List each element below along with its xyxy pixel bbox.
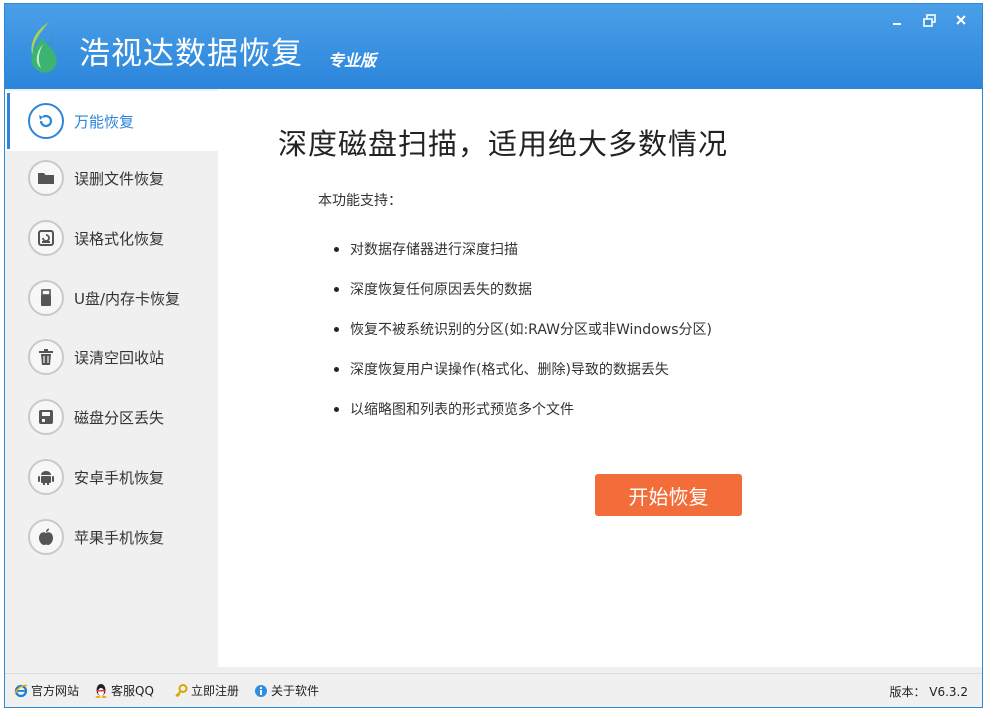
ie-browser-icon — [13, 683, 28, 698]
sidebar-item-label: 误删文件恢复 — [74, 169, 165, 188]
window-controls — [882, 8, 976, 32]
sidebar-item-format-recovery[interactable]: 误格式化恢复 — [5, 208, 218, 268]
official-website-link[interactable]: 官方网站 — [13, 682, 79, 699]
restore-icon — [922, 13, 936, 27]
sidebar-item-label: 苹果手机恢复 — [74, 528, 165, 547]
info-globe-icon — [253, 683, 268, 698]
bullet-icon — [334, 286, 339, 292]
footer-link-label: 立即注册 — [191, 684, 240, 698]
list-item: 以缩略图和列表的形式预览多个文件 — [334, 389, 712, 429]
format-disk-icon — [28, 220, 64, 256]
status-bar: 官方网站 客服QQ 立即注册 关于软件 版本： V6.3.2 — [5, 673, 982, 707]
bullet-icon — [334, 246, 339, 252]
feature-text: 以缩略图和列表的形式预览多个文件 — [350, 402, 574, 418]
restore-button[interactable] — [914, 8, 944, 32]
bullet-icon — [334, 366, 339, 372]
sidebar-item-label: 误格式化恢复 — [74, 229, 165, 248]
bullet-icon — [334, 326, 339, 332]
minimize-button[interactable] — [882, 8, 912, 32]
list-item: 对数据存储器进行深度扫描 — [334, 229, 712, 269]
sidebar-item-partition-lost[interactable]: 磁盘分区丢失 — [5, 387, 218, 447]
sidebar-item-iphone[interactable]: 苹果手机恢复 — [5, 507, 218, 567]
list-item: 深度恢复任何原因丢失的数据 — [334, 269, 712, 309]
feature-intro: 本功能支持： — [318, 193, 402, 209]
version-label: 版本： V6.3.2 — [889, 685, 968, 699]
sidebar-item-label: 磁盘分区丢失 — [74, 408, 165, 427]
minimize-icon — [893, 23, 901, 25]
refresh-icon — [28, 103, 64, 139]
sidebar-item-android[interactable]: 安卓手机恢复 — [5, 447, 218, 507]
app-title: 浩视达数据恢复 — [79, 36, 303, 72]
qq-penguin-icon — [93, 683, 108, 698]
app-window: 浩视达数据恢复 专业版 万能恢复 误删文件恢复 误格式化恢复 U盘/内存卡恢复 … — [4, 3, 983, 708]
footer-link-label: 官方网站 — [31, 684, 80, 698]
sidebar-item-label: 万能恢复 — [74, 112, 135, 131]
key-icon — [173, 683, 188, 698]
support-qq-link[interactable]: 客服QQ — [93, 682, 154, 699]
android-icon — [28, 459, 64, 495]
register-now-link[interactable]: 立即注册 — [173, 682, 239, 699]
sidebar-item-recycle-bin[interactable]: 误清空回收站 — [5, 327, 218, 387]
feature-text: 恢复不被系统识别的分区(如:RAW分区或非Windows分区) — [350, 322, 712, 338]
trash-icon — [28, 339, 64, 375]
feature-text: 对数据存储器进行深度扫描 — [350, 242, 518, 258]
list-item: 深度恢复用户误操作(格式化、删除)导致的数据丢失 — [334, 349, 712, 389]
sidebar-item-usb-card[interactable]: U盘/内存卡恢复 — [5, 268, 218, 328]
page-title: 深度磁盘扫描，适用绝大多数情况 — [278, 127, 729, 161]
folder-icon — [28, 160, 64, 196]
sidebar: 万能恢复 误删文件恢复 误格式化恢复 U盘/内存卡恢复 误清空回收站 磁盘分区丢… — [5, 89, 218, 667]
water-drop-leaf-logo — [31, 22, 57, 73]
close-icon — [956, 15, 966, 25]
about-software-link[interactable]: 关于软件 — [253, 682, 319, 699]
feature-text: 深度恢复任何原因丢失的数据 — [350, 282, 532, 298]
apple-icon — [28, 519, 64, 555]
bullet-icon — [334, 406, 339, 412]
footer-link-label: 关于软件 — [271, 684, 320, 698]
feature-list: 对数据存储器进行深度扫描 深度恢复任何原因丢失的数据 恢复不被系统识别的分区(如… — [334, 229, 712, 429]
title-bar[interactable]: 浩视达数据恢复 专业版 — [5, 4, 982, 89]
usb-drive-icon — [28, 280, 64, 316]
disk-partition-icon — [28, 399, 64, 435]
sidebar-item-universal-recovery[interactable]: 万能恢复 — [5, 91, 218, 151]
app-edition: 专业版 — [328, 51, 377, 70]
main-panel: 深度磁盘扫描，适用绝大多数情况 本功能支持： 对数据存储器进行深度扫描 深度恢复… — [218, 89, 982, 667]
feature-text: 深度恢复用户误操作(格式化、删除)导致的数据丢失 — [350, 362, 669, 378]
sidebar-item-deleted-files[interactable]: 误删文件恢复 — [5, 148, 218, 208]
close-button[interactable] — [946, 8, 976, 32]
sidebar-item-label: 安卓手机恢复 — [74, 468, 165, 487]
footer-link-label: 客服QQ — [111, 684, 154, 698]
sidebar-item-label: 误清空回收站 — [74, 348, 165, 367]
sidebar-item-label: U盘/内存卡恢复 — [74, 289, 181, 308]
list-item: 恢复不被系统识别的分区(如:RAW分区或非Windows分区) — [334, 309, 712, 349]
start-recovery-button[interactable]: 开始恢复 — [595, 474, 742, 516]
